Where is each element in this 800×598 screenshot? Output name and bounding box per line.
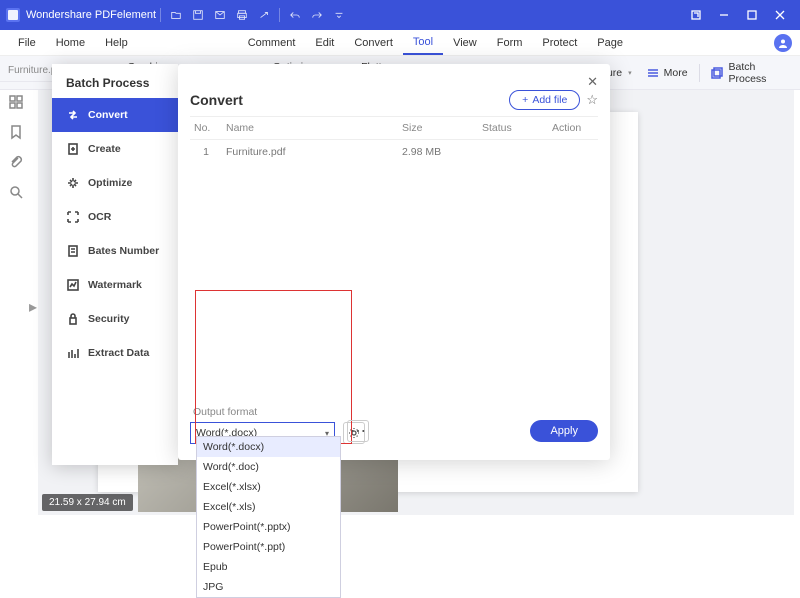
convert-icon <box>66 108 80 122</box>
format-option[interactable]: Excel(*.xls) <box>197 497 340 517</box>
menu-bar: File Home Help Comment Edit Convert Tool… <box>0 30 800 56</box>
save-icon[interactable] <box>187 4 209 26</box>
col-status: Status <box>478 117 548 140</box>
page-dimensions: 21.59 x 27.94 cm <box>42 494 133 511</box>
menu-home[interactable]: Home <box>46 30 95 55</box>
print-icon[interactable] <box>231 4 253 26</box>
format-option[interactable]: Word(*.docx) <box>197 437 340 457</box>
menu-view[interactable]: View <box>443 30 487 55</box>
convert-dialog: ✕ Convert +Add file ☆ No. Name Size Stat… <box>178 64 610 460</box>
highlight-box <box>195 290 352 444</box>
minimize-icon[interactable] <box>710 0 738 30</box>
title-bar: Wondershare PDFelement <box>0 0 800 30</box>
sidebar-tools <box>0 86 32 200</box>
ribbon-batch[interactable]: Batch Process <box>703 61 794 85</box>
menu-help[interactable]: Help <box>95 30 138 55</box>
bates-icon <box>66 244 80 258</box>
create-icon <box>66 142 80 156</box>
batch-panel: Batch Process Convert Create Optimize OC… <box>52 64 178 465</box>
close-icon[interactable] <box>766 0 794 30</box>
col-size: Size <box>398 117 478 140</box>
format-option[interactable]: Excel(*.xlsx) <box>197 477 340 497</box>
extract-icon <box>66 346 80 360</box>
more-options-button[interactable]: ⋯ <box>347 420 369 442</box>
lock-icon <box>66 312 80 326</box>
dropdown-icon[interactable] <box>328 4 350 26</box>
format-dropdown: Word(*.docx) Word(*.doc) Excel(*.xlsx) E… <box>196 436 341 598</box>
menu-protect[interactable]: Protect <box>532 30 587 55</box>
ocr2-icon <box>66 210 80 224</box>
maximize-icon[interactable] <box>738 0 766 30</box>
batch-item-ocr[interactable]: OCR <box>52 200 178 234</box>
add-file-button[interactable]: +Add file <box>509 90 580 110</box>
format-option[interactable]: Word(*.doc) <box>197 457 340 477</box>
attachment-icon[interactable] <box>8 154 24 170</box>
window-expand-icon[interactable] <box>682 0 710 30</box>
menu-tool[interactable]: Tool <box>403 30 443 55</box>
file-table: No. Name Size Status Action 1 Furniture.… <box>190 116 598 164</box>
format-option[interactable]: JPG <box>197 577 340 597</box>
format-option[interactable]: PowerPoint(*.pptx) <box>197 517 340 537</box>
menu-page[interactable]: Page <box>587 30 633 55</box>
dialog-close-icon[interactable]: ✕ <box>587 74 598 90</box>
app-name: Wondershare PDFelement <box>26 9 156 21</box>
batch-item-security[interactable]: Security <box>52 302 178 336</box>
document-tab[interactable]: Furniture.pdf <box>0 60 60 82</box>
batch-item-watermark[interactable]: Watermark <box>52 268 178 302</box>
batch-item-optimize[interactable]: Optimize <box>52 166 178 200</box>
redo-icon[interactable] <box>306 4 328 26</box>
panel-toggle-icon[interactable]: ▸ <box>28 295 38 319</box>
dialog-title: Convert <box>190 92 243 108</box>
menu-file[interactable]: File <box>8 30 46 55</box>
search-icon[interactable] <box>8 184 24 200</box>
mail-icon[interactable] <box>209 4 231 26</box>
col-name: Name <box>222 117 398 140</box>
menu-comment[interactable]: Comment <box>238 30 306 55</box>
col-no: No. <box>190 117 222 140</box>
undo-icon[interactable] <box>284 4 306 26</box>
batch-item-extract[interactable]: Extract Data <box>52 336 178 370</box>
optimize2-icon <box>66 176 80 190</box>
batch-item-bates[interactable]: Bates Number <box>52 234 178 268</box>
batch-item-create[interactable]: Create <box>52 132 178 166</box>
plus-icon: + <box>522 94 528 106</box>
batch-icon <box>710 66 724 80</box>
watermark2-icon <box>66 278 80 292</box>
more-icon <box>646 66 660 80</box>
menu-edit[interactable]: Edit <box>305 30 344 55</box>
thumbnails-icon[interactable] <box>8 94 24 110</box>
share-icon[interactable] <box>253 4 275 26</box>
apply-button[interactable]: Apply <box>530 420 598 442</box>
user-avatar-icon[interactable] <box>774 34 792 52</box>
ribbon-more[interactable]: More <box>639 61 695 85</box>
favorite-icon[interactable]: ☆ <box>586 92 598 108</box>
menu-form[interactable]: Form <box>487 30 533 55</box>
app-logo <box>6 8 20 22</box>
batch-item-convert[interactable]: Convert <box>52 98 178 132</box>
format-option[interactable]: Epub <box>197 557 340 577</box>
format-option[interactable]: PowerPoint(*.ppt) <box>197 537 340 557</box>
col-action: Action <box>548 117 598 140</box>
menu-convert[interactable]: Convert <box>344 30 403 55</box>
bookmark-icon[interactable] <box>8 124 24 140</box>
table-row[interactable]: 1 Furniture.pdf 2.98 MB <box>190 140 598 165</box>
open-icon[interactable] <box>165 4 187 26</box>
batch-title: Batch Process <box>52 64 178 98</box>
